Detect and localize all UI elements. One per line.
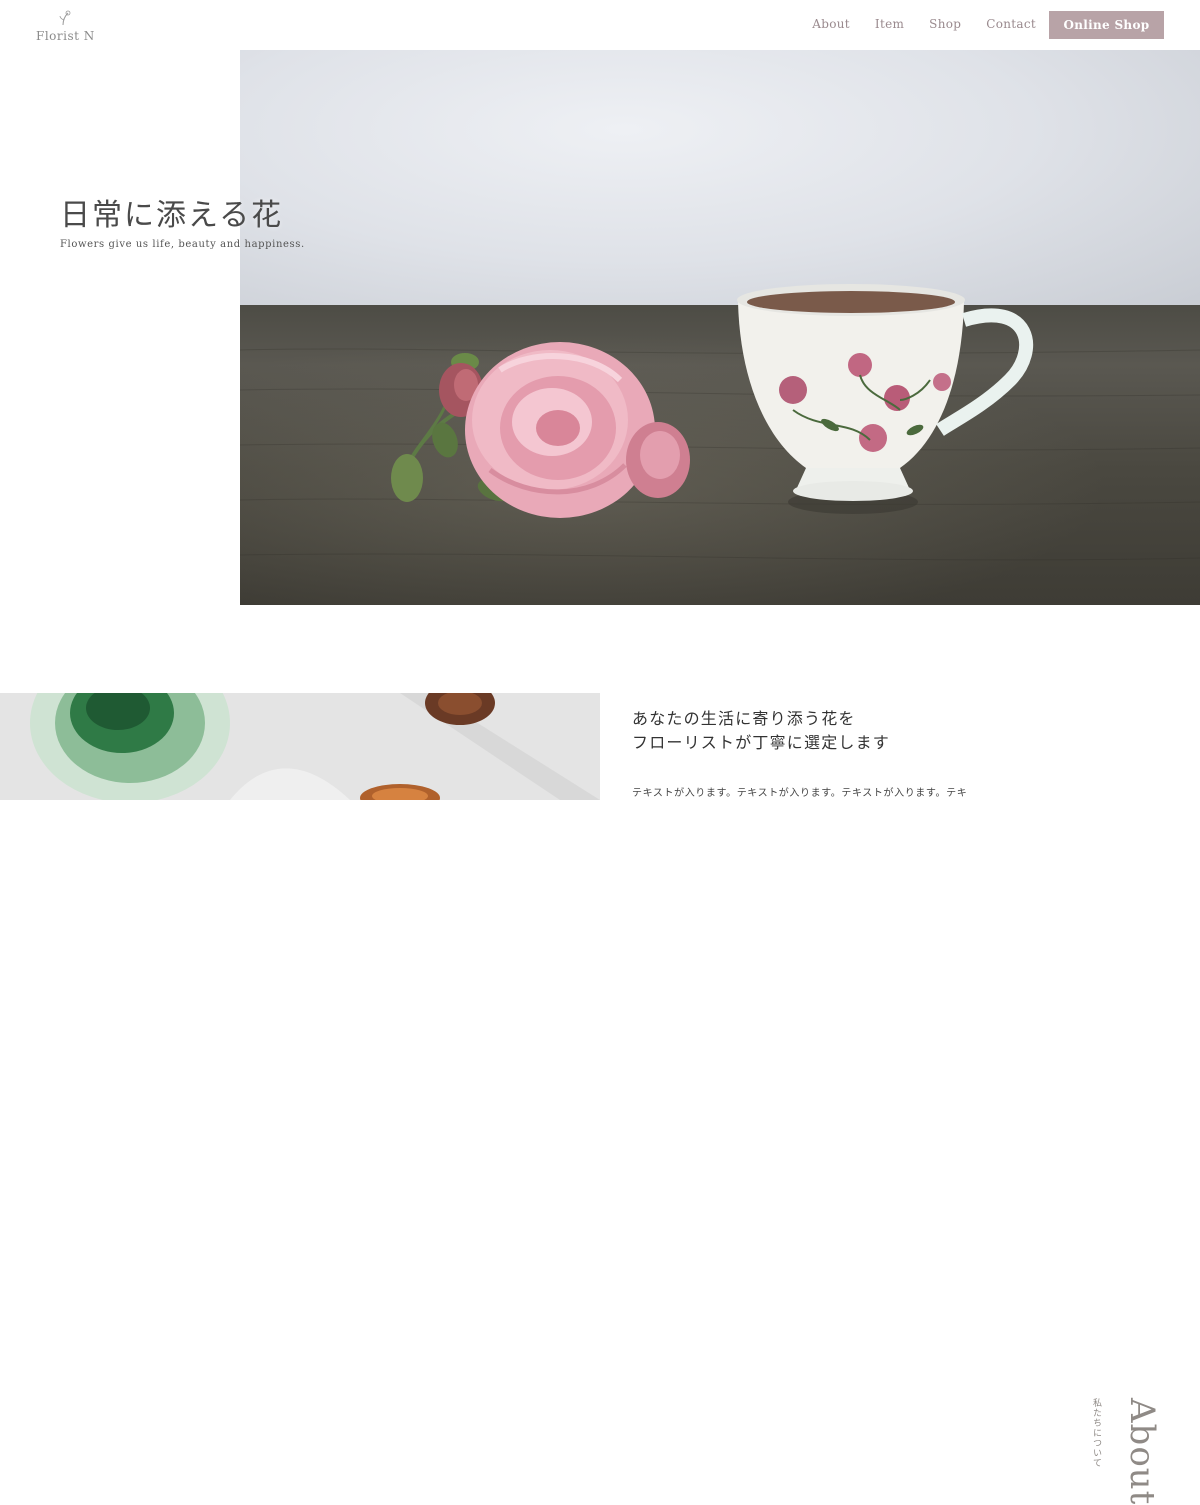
rose-and-teacup-illustration — [240, 284, 1200, 561]
hero-subtitle: Flowers give us life, beauty and happine… — [60, 239, 305, 250]
about-vertical-label: About 私たちについて — [552, 698, 1162, 1505]
hero-image — [240, 50, 1200, 605]
flower-icon — [59, 10, 71, 26]
nav-contact[interactable]: Contact — [986, 17, 1036, 31]
nav-shop[interactable]: Shop — [929, 17, 961, 31]
about-vertical-subtitle: 私たちについて — [1091, 1398, 1101, 1468]
about-heading-line-1: あなたの生活に寄り添う花を — [632, 709, 856, 728]
about-heading-line-2: フローリストが丁寧に選定します — [632, 733, 891, 752]
glassware-illustration — [0, 693, 600, 800]
about-vertical-title: About — [1122, 1398, 1162, 1505]
about-body-text: テキストが入ります。テキストが入ります。テキストが入ります。テキ — [632, 788, 968, 799]
nav-item[interactable]: Item — [875, 17, 904, 31]
about-image — [0, 693, 600, 800]
logo-text: Florist N — [36, 29, 95, 43]
main-nav: About Item Shop Contact — [787, 17, 1036, 31]
about-heading: あなたの生活に寄り添う花を フローリストが丁寧に選定します — [632, 707, 890, 755]
hero-title: 日常に添える花 — [60, 198, 284, 233]
nav-about[interactable]: About — [812, 17, 850, 31]
site-header: Florist N About Item Shop Contact Online… — [0, 0, 1200, 50]
online-shop-button[interactable]: Online Shop — [1049, 11, 1164, 39]
